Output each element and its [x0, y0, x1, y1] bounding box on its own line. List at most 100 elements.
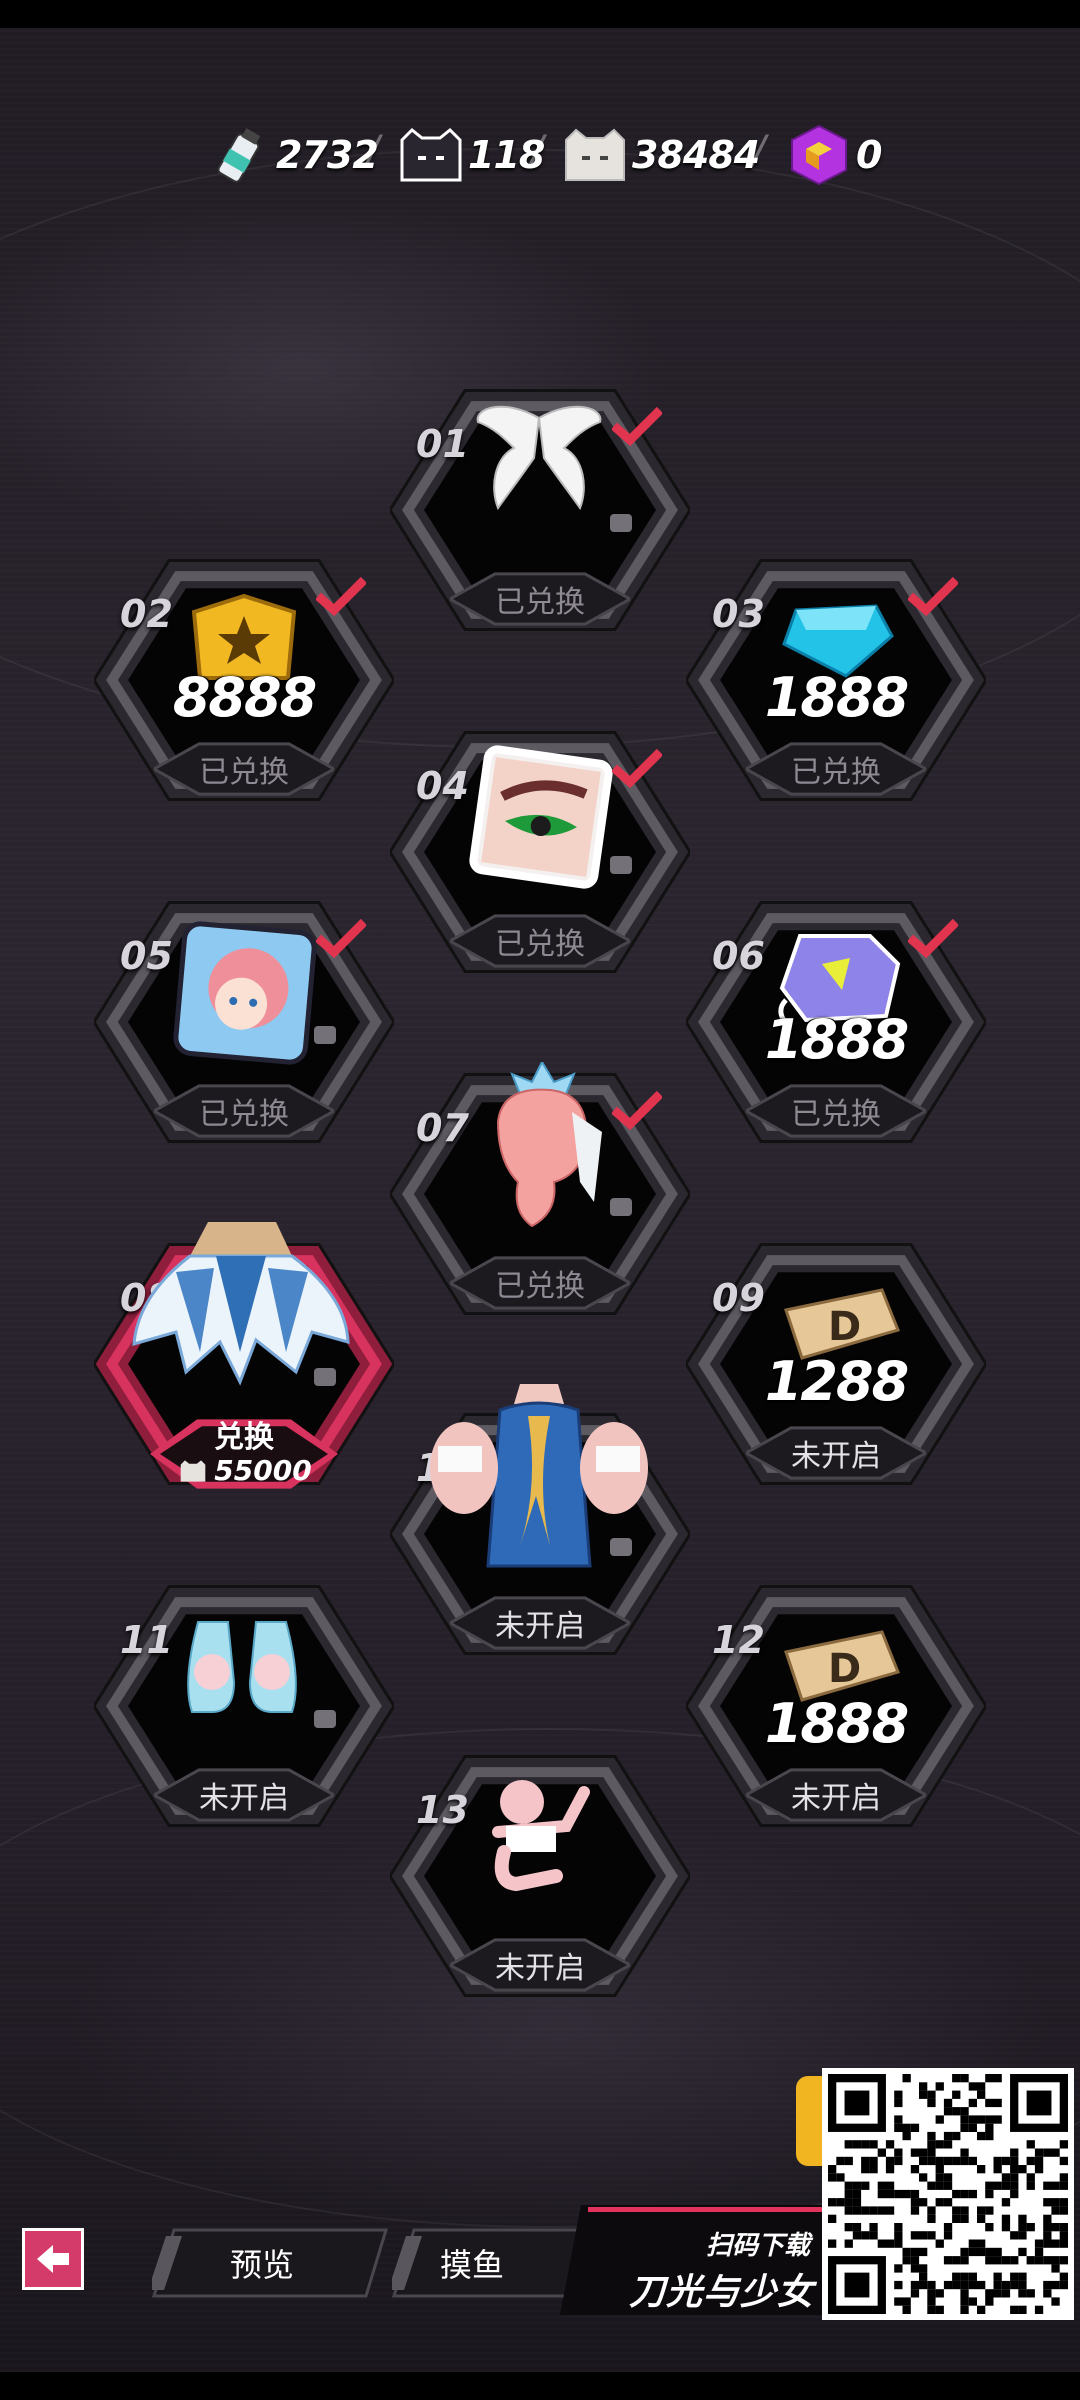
currency-white-cat: 38484 [562, 110, 760, 200]
arrow-left-icon [37, 2245, 69, 2273]
checkmark-icon [611, 406, 664, 447]
tab-preview[interactable]: 预览 [152, 2228, 388, 2298]
reward-amount: 1888 [764, 1008, 909, 1071]
cell-number: 01 [416, 422, 469, 466]
checkmark-icon [611, 748, 664, 789]
cell-number: 12 [712, 1618, 765, 1662]
cell-status: 已兑换 [746, 740, 926, 798]
cell-number: 05 [120, 934, 173, 978]
tab-preview-label: 预览 [229, 2246, 294, 2284]
redeem-cost-value: 55000 [214, 1454, 312, 1487]
glove-icon [606, 510, 636, 536]
eye-makeup-icon [466, 742, 616, 896]
cell-status: 已兑换 [450, 912, 630, 970]
exchange-cell-11[interactable]: 11 未开启 [94, 1566, 394, 1846]
redeem-label: 兑换 [214, 1420, 274, 1455]
qr-code-pattern [828, 2074, 1068, 2314]
reward-amount: 1288 [764, 1350, 909, 1413]
currency-purple-cube: 0 [786, 110, 882, 200]
bottle-icon [206, 122, 272, 188]
separator: / [752, 128, 766, 174]
eyebrow-icon [606, 852, 636, 878]
exchange-cell-03[interactable]: 03 1888 已兑换 [686, 540, 986, 820]
cell-status: 未开启 [450, 1936, 630, 1994]
cell-number: 13 [416, 1788, 469, 1832]
currency-bottle: 2732 [206, 110, 379, 200]
checkmark-icon [611, 1090, 664, 1131]
currency-bar: 2732 / 118 / 38484 / 0 [0, 110, 1080, 200]
exchange-cell-09[interactable]: 09 D 1288 未开启 [686, 1224, 986, 1504]
exchange-cell-02[interactable]: 02 8888 已兑换 [94, 540, 394, 820]
cell-number: 02 [120, 592, 173, 636]
tab-slack-label: 摸鱼 [439, 2246, 504, 2284]
svg-text:D: D [828, 1646, 861, 1692]
cell-status-label: 未开启 [199, 1781, 289, 1816]
currency-purple-cube-value: 0 [856, 133, 882, 177]
checkmark-icon [907, 918, 960, 959]
currency-black-cat: 118 [398, 110, 545, 200]
cell-status-label: 已兑换 [791, 1097, 881, 1132]
white-cat-ticket-icon [180, 1460, 206, 1482]
reward-amount: 1888 [764, 1692, 909, 1755]
redeem-button[interactable]: 兑换 55000 [150, 1414, 338, 1494]
exchange-cell-12[interactable]: 12 D 1888 未开启 [686, 1566, 986, 1846]
qr-caption: 扫码下载 [705, 2231, 810, 2261]
brand-panel: 扫码下载 刀光与少女 [560, 2205, 822, 2315]
exchange-cell-08[interactable]: 08 兑换 55000 [94, 1222, 394, 1504]
currency-bottle-value: 2732 [276, 133, 379, 177]
pose-action-icon [476, 1772, 596, 1896]
cell-status-label: 未开启 [791, 1781, 881, 1816]
reward-amount: 8888 [172, 666, 317, 729]
cell-status-label: 已兑换 [495, 585, 585, 620]
brand-logo: 刀光与少女 [628, 2272, 814, 2313]
redeem-cost: 55000 [176, 1454, 312, 1487]
hair-icon [606, 1194, 636, 1220]
cell-status: 未开启 [450, 1594, 630, 1652]
cell-status: 未开启 [154, 1766, 334, 1824]
light-blue-shoes-icon [178, 1612, 308, 1726]
cell-status-label: 已兑换 [495, 927, 585, 962]
black-cat-ticket-icon [398, 122, 464, 188]
cell-status: 未开启 [746, 1424, 926, 1482]
exchange-cell-01[interactable]: 01 已兑换 [390, 370, 690, 650]
cell-status-label: 未开启 [495, 1951, 585, 1986]
cell-number: 07 [416, 1106, 469, 1150]
white-cat-ticket-icon [562, 122, 628, 188]
currency-white-cat-value: 38484 [632, 133, 760, 177]
back-button[interactable] [22, 2228, 84, 2290]
exchange-cell-10[interactable]: 10未开启 [390, 1384, 690, 1674]
checkmark-icon [315, 918, 368, 959]
checkmark-icon [907, 576, 960, 617]
cell-status: 未开启 [746, 1766, 926, 1824]
cell-number: 11 [120, 1618, 173, 1662]
shoe-icon [310, 1706, 340, 1732]
checkmark-icon [315, 576, 368, 617]
portrait-icon [310, 1022, 340, 1048]
cell-number: 09 [712, 1276, 765, 1320]
svg-text:D: D [828, 1304, 861, 1350]
cell-number: 04 [416, 764, 469, 808]
exchange-cell-07[interactable]: 07 已兑换 [390, 1054, 690, 1334]
cell-number: 06 [712, 934, 765, 978]
cell-status-label: 未开启 [791, 1439, 881, 1474]
exchange-cell-04[interactable]: 04 已兑换 [390, 712, 690, 992]
cell-status-label: 已兑换 [199, 755, 289, 790]
reward-amount: 1888 [764, 666, 909, 729]
separator: / [366, 128, 380, 174]
qr-code[interactable] [822, 2068, 1074, 2320]
brand-accent-line [588, 2207, 822, 2212]
cell-status: 已兑换 [154, 1082, 334, 1140]
cell-status-label: 未开启 [495, 1609, 585, 1644]
white-wings-icon [464, 398, 614, 532]
purple-cube-icon [786, 122, 852, 188]
shirt-icon [606, 1534, 636, 1560]
cell-status-label: 已兑换 [199, 1097, 289, 1132]
exchange-cell-06[interactable]: 06 1888 已兑换 [686, 882, 986, 1162]
skirt-icon [310, 1364, 340, 1390]
exchange-cell-13[interactable]: 13 未开启 [390, 1736, 690, 2016]
separator: / [530, 128, 544, 174]
cell-status: 已兑换 [746, 1082, 926, 1140]
exchange-cell-05[interactable]: 05 已兑换 [94, 882, 394, 1162]
cell-status-label: 已兑换 [495, 1269, 585, 1304]
cell-status: 已兑换 [450, 570, 630, 628]
